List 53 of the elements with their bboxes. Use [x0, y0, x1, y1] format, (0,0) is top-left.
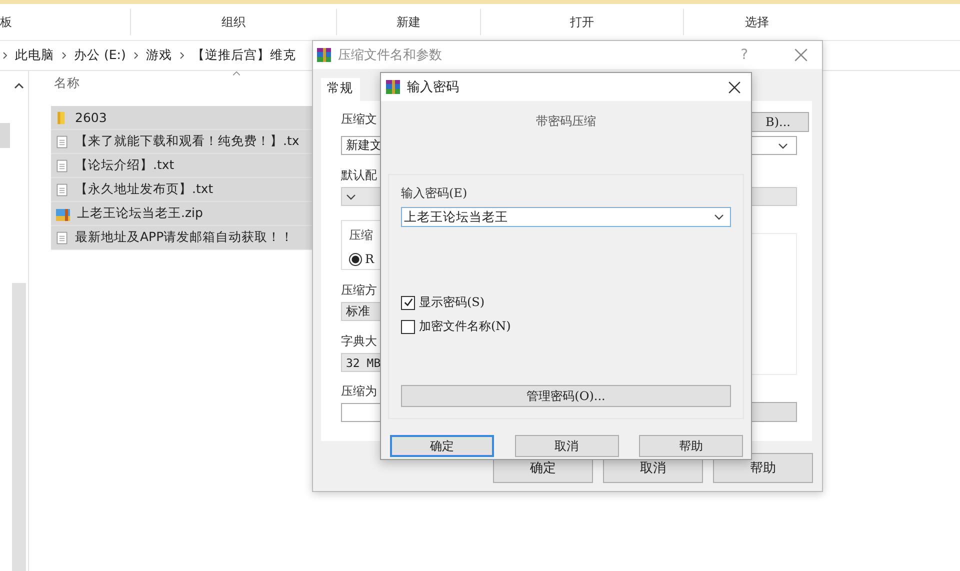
checkbox[interactable] — [401, 320, 415, 334]
text-file-icon — [55, 230, 69, 246]
breadcrumb-item[interactable]: 办公 (E:) — [74, 47, 126, 64]
chevron-right-icon — [178, 51, 185, 60]
dialog-button[interactable]: 取消 — [514, 435, 618, 457]
ribbon-group-label: 选择 — [745, 14, 769, 30]
checkmark-icon — [402, 297, 414, 308]
group-label: 压缩 — [349, 228, 373, 242]
dialog-button[interactable]: 确定 — [390, 435, 494, 457]
file-name: 【论坛介绍】.txt — [75, 157, 174, 174]
manage-passwords-button[interactable]: 管理密码(O)... — [401, 385, 731, 407]
checkbox-label: 显示密码(S) — [419, 294, 485, 311]
field-label: 输入密码(E) — [401, 185, 468, 202]
file-name: 【来了就能下载和观看！纯免费！】.tx — [75, 133, 300, 150]
chevron-right-icon — [61, 51, 67, 60]
ribbon-group-label: 板 — [0, 14, 12, 30]
radio-label: R — [365, 252, 374, 266]
sort-caret-icon — [232, 71, 241, 76]
ribbon-group-label: 组织 — [222, 14, 246, 30]
ribbon-group-label: 打开 — [570, 14, 594, 30]
chevron-right-icon — [2, 51, 8, 60]
breadcrumb-item[interactable]: 游戏 — [146, 47, 172, 64]
text-file-icon — [55, 158, 69, 174]
checkbox[interactable] — [401, 296, 415, 310]
scrollbar-thumb[interactable] — [12, 283, 26, 571]
file-name: 最新地址及APP请发邮箱自动获取！！ — [75, 229, 294, 246]
scrollbar[interactable] — [10, 71, 29, 571]
scroll-up-icon[interactable] — [14, 83, 24, 89]
field-label: 压缩方 — [341, 282, 377, 299]
archive-books-icon — [316, 47, 332, 63]
window-title: 输入密码 — [407, 79, 459, 96]
chevron-right-icon — [132, 51, 139, 60]
window-title: 压缩文件名和参数 — [338, 47, 442, 64]
field-label: 字典大 — [341, 333, 377, 350]
radio-button[interactable] — [349, 252, 362, 266]
dialog-heading: 带密码压缩 — [536, 113, 596, 130]
breadcrumb-item[interactable]: 【逆推后宫】维克 — [192, 47, 296, 64]
field-label: 压缩为 — [341, 383, 377, 400]
dialog-button[interactable]: 帮助 — [639, 435, 743, 457]
text-file-icon — [55, 182, 69, 198]
file-name: 2603 — [75, 110, 107, 125]
file-name: 【永久地址发布页】.txt — [75, 181, 214, 198]
close-icon[interactable] — [728, 80, 741, 94]
dialog-button[interactable]: 帮助 — [713, 453, 813, 483]
text-file-icon — [55, 134, 69, 150]
tab[interactable]: 常规 — [321, 78, 360, 101]
checkbox-label: 加密文件名称(N) — [419, 318, 511, 335]
password-field[interactable]: 上老王论坛当老王 — [401, 207, 731, 227]
ribbon-group-label: 新建 — [396, 14, 420, 30]
file-name: 上老王论坛当老王.zip — [77, 205, 203, 222]
column-header[interactable]: 名称 — [54, 75, 80, 92]
archive-books-icon — [385, 79, 401, 95]
breadcrumb-item[interactable]: 此电脑 — [15, 47, 54, 64]
